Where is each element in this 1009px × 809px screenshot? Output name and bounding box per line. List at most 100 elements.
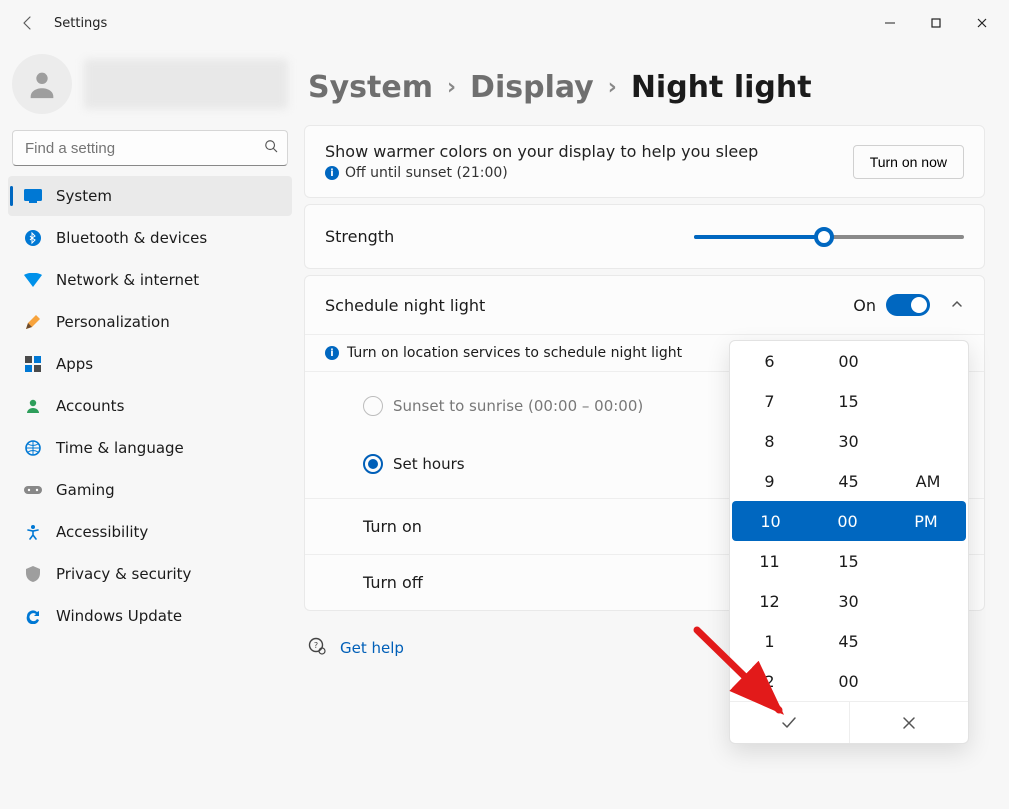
titlebar: Settings [0, 0, 1009, 46]
time-picker-accept-button[interactable] [730, 702, 849, 743]
minute-option[interactable]: 45 [809, 621, 888, 661]
sidebar-item-label: Personalization [56, 313, 170, 331]
sidebar-item-accounts[interactable]: Accounts [8, 386, 292, 426]
sidebar-item-label: Privacy & security [56, 565, 191, 583]
user-name-blurred [84, 59, 288, 109]
radio-sunset [363, 396, 383, 416]
sidebar-item-windows-update[interactable]: Windows Update [8, 596, 292, 636]
minute-option[interactable]: 00 [809, 661, 888, 701]
personalization-icon [24, 313, 42, 331]
strength-label: Strength [325, 227, 394, 246]
check-icon [780, 714, 798, 732]
hour-option[interactable]: 1 [730, 621, 809, 661]
sidebar: System Bluetooth & devices Network & int… [0, 46, 300, 809]
night-light-desc-card: Show warmer colors on your display to he… [304, 125, 985, 198]
hour-option[interactable]: 7 [730, 381, 809, 421]
search-container [12, 130, 288, 166]
page-title: Night light [631, 70, 812, 105]
network-icon [24, 271, 42, 289]
schedule-toggle-label: On [853, 296, 876, 315]
strength-slider[interactable] [694, 235, 964, 239]
accessibility-icon [24, 523, 42, 541]
schedule-label: Schedule night light [325, 296, 485, 315]
radio-sunset-label: Sunset to sunrise (00:00 – 00:00) [393, 397, 643, 415]
accounts-icon [24, 397, 42, 415]
sidebar-item-label: Time & language [56, 439, 184, 457]
main-content: System › Display › Night light Show warm… [300, 46, 1009, 809]
radio-set-hours-label: Set hours [393, 455, 465, 473]
sidebar-item-label: Accessibility [56, 523, 148, 541]
time-language-icon [24, 439, 42, 457]
minute-option[interactable]: 00 [809, 341, 888, 381]
night-light-status: Off until sunset (21:00) [345, 165, 508, 181]
sidebar-item-system[interactable]: System [8, 176, 292, 216]
breadcrumb-system[interactable]: System [308, 70, 433, 105]
location-services-info: Turn on location services to schedule ni… [347, 345, 682, 361]
minute-option[interactable]: 30 [809, 421, 888, 461]
minute-option[interactable]: 45 [809, 461, 888, 501]
bluetooth-icon [24, 229, 42, 247]
radio-set-hours[interactable] [363, 454, 383, 474]
hour-option[interactable]: 11 [730, 541, 809, 581]
sidebar-item-label: Accounts [56, 397, 124, 415]
avatar [12, 54, 72, 114]
gaming-icon [24, 481, 42, 499]
sidebar-item-bluetooth[interactable]: Bluetooth & devices [8, 218, 292, 258]
hour-option[interactable]: 2 [730, 661, 809, 701]
sidebar-item-apps[interactable]: Apps [8, 344, 292, 384]
windows-update-icon [24, 607, 42, 625]
schedule-toggle[interactable] [886, 294, 930, 316]
minute-option[interactable]: 15 [809, 541, 888, 581]
apps-icon [24, 355, 42, 373]
turn-off-label: Turn off [363, 573, 423, 592]
minute-option[interactable]: 15 [809, 381, 888, 421]
info-icon: i [325, 346, 339, 360]
selected-minute[interactable]: 00 [809, 501, 886, 541]
hour-option[interactable]: 12 [730, 581, 809, 621]
sidebar-item-label: Bluetooth & devices [56, 229, 207, 247]
turn-on-now-button[interactable]: Turn on now [853, 145, 964, 179]
hour-option[interactable]: 9 [730, 461, 809, 501]
time-picker: 10 00 PM 6 7 8 9 11 12 1 2 [729, 340, 969, 744]
sidebar-item-label: Network & internet [56, 271, 199, 289]
sidebar-item-gaming[interactable]: Gaming [8, 470, 292, 510]
close-button[interactable] [959, 5, 1005, 41]
info-icon: i [325, 166, 339, 180]
sidebar-item-privacy[interactable]: Privacy & security [8, 554, 292, 594]
breadcrumb: System › Display › Night light [304, 70, 985, 105]
system-icon [24, 187, 42, 205]
user-account-card[interactable] [8, 52, 292, 128]
time-picker-cancel-button[interactable] [849, 702, 969, 743]
sidebar-item-personalization[interactable]: Personalization [8, 302, 292, 342]
window-title: Settings [54, 16, 107, 31]
sidebar-item-time-language[interactable]: Time & language [8, 428, 292, 468]
chevron-up-icon[interactable] [950, 296, 964, 315]
help-icon: ? [308, 637, 326, 659]
get-help-link[interactable]: Get help [340, 639, 404, 657]
search-input[interactable] [12, 130, 288, 166]
selected-ampm[interactable]: PM [886, 501, 966, 541]
chevron-right-icon: › [608, 75, 617, 100]
time-picker-selected-row: 10 00 PM [732, 501, 966, 541]
sidebar-item-label: Gaming [56, 481, 115, 499]
privacy-icon [24, 565, 42, 583]
selected-hour[interactable]: 10 [732, 501, 809, 541]
close-icon [901, 715, 917, 731]
breadcrumb-display[interactable]: Display [470, 70, 594, 105]
minimize-button[interactable] [867, 5, 913, 41]
search-icon [264, 139, 278, 157]
sidebar-item-label: Apps [56, 355, 93, 373]
hour-option[interactable]: 6 [730, 341, 809, 381]
ampm-option[interactable]: AM [888, 461, 968, 501]
sidebar-item-accessibility[interactable]: Accessibility [8, 512, 292, 552]
night-light-description: Show warmer colors on your display to he… [325, 142, 841, 161]
hour-option[interactable]: 8 [730, 421, 809, 461]
sidebar-item-label: Windows Update [56, 607, 182, 625]
sidebar-item-network[interactable]: Network & internet [8, 260, 292, 300]
svg-text:?: ? [314, 641, 318, 650]
sidebar-item-label: System [56, 187, 112, 205]
minute-option[interactable]: 30 [809, 581, 888, 621]
maximize-button[interactable] [913, 5, 959, 41]
back-button[interactable] [8, 3, 48, 43]
turn-on-label: Turn on [363, 517, 422, 536]
